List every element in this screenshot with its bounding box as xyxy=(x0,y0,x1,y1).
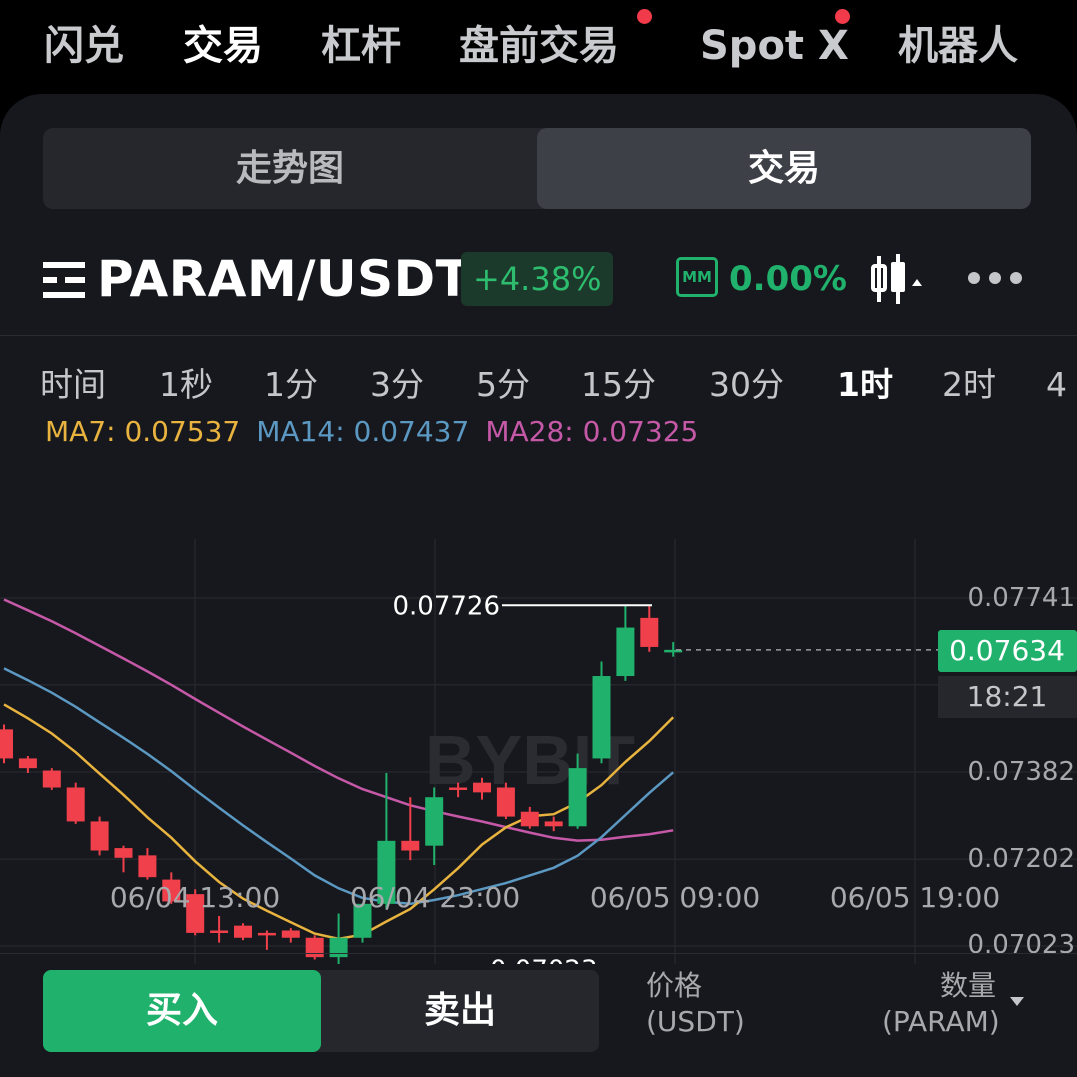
candle xyxy=(592,661,611,764)
interval-4h[interactable]: 4 xyxy=(1046,362,1077,408)
candle-body xyxy=(66,787,85,822)
candle-body xyxy=(568,768,587,827)
symbol-header: PARAM/USDT +4.38% MM 0.00% xyxy=(0,244,1077,324)
price-unit: (USDT) xyxy=(646,1005,745,1038)
mm-badge-icon[interactable]: MM xyxy=(676,257,718,297)
candle-body xyxy=(305,937,324,958)
candle-body xyxy=(401,840,420,851)
time-axis-label: 06/04 13:00 xyxy=(109,881,281,914)
candle-body xyxy=(425,797,444,846)
tab-bots[interactable]: 机器人 xyxy=(898,18,1018,74)
tab-pre-market[interactable]: 盘前交易 xyxy=(459,18,619,74)
candle xyxy=(138,848,157,880)
trade-panel: 走势图 交易 PARAM/USDT +4.38% MM 0.00% 时间 1秒 xyxy=(0,94,1077,1077)
time-axis-label: 06/05 09:00 xyxy=(589,881,761,914)
interval-1m[interactable]: 1分 xyxy=(264,362,318,408)
candle-body xyxy=(496,787,515,817)
candle-body xyxy=(210,930,229,933)
time-axis-label: 06/04 23:00 xyxy=(349,881,521,914)
candle xyxy=(210,915,229,943)
candle xyxy=(616,605,635,681)
candle-body xyxy=(0,729,13,759)
candle-body xyxy=(234,925,252,938)
more-options-icon[interactable] xyxy=(966,268,1024,288)
candle-body xyxy=(281,930,300,938)
candle-body xyxy=(18,758,37,769)
mm-rate: 0.00% xyxy=(729,259,847,299)
candle xyxy=(640,605,659,652)
interval-1h[interactable]: 1时 xyxy=(837,362,893,408)
chevron-down-icon[interactable] xyxy=(1010,997,1024,1006)
buy-sell-switch: 买入 卖出 xyxy=(43,970,599,1052)
candle-body xyxy=(257,932,276,936)
view-switch: 走势图 交易 xyxy=(43,128,1031,209)
candle-body xyxy=(640,617,659,647)
tab-spot-x[interactable]: Spot X xyxy=(700,18,849,74)
candle xyxy=(42,768,61,790)
candle-body xyxy=(520,811,539,827)
candle-body xyxy=(616,627,635,677)
high-marker-label: 0.07726 xyxy=(392,591,500,621)
top-nav: 闪兑 交易 杠杆 盘前交易 Spot X 机器人 xyxy=(0,0,1077,94)
new-dot-badge xyxy=(835,9,850,24)
sell-button[interactable]: 卖出 xyxy=(321,970,599,1052)
low-marker-label: 0.07023 xyxy=(490,955,598,964)
candle-body xyxy=(473,782,491,793)
interval-5m[interactable]: 5分 xyxy=(476,362,530,408)
candle xyxy=(329,913,348,964)
tab-flash-swap[interactable]: 闪兑 xyxy=(44,18,124,74)
candle xyxy=(0,724,13,764)
divider xyxy=(0,335,1077,336)
divider xyxy=(0,953,1077,954)
price-change-badge: +4.38% xyxy=(461,252,614,306)
countdown-label: 18:21 xyxy=(967,680,1048,713)
interval-15m[interactable]: 15分 xyxy=(581,362,656,408)
candle xyxy=(305,935,324,960)
candle xyxy=(281,928,300,943)
interval-time[interactable]: 时间 xyxy=(40,362,106,408)
candle-body xyxy=(544,821,563,827)
quantity-unit: (PARAM) xyxy=(882,1005,1000,1038)
trading-pair[interactable]: PARAM/USDT xyxy=(97,244,470,314)
menu-icon[interactable] xyxy=(43,260,85,300)
chart-view-button[interactable]: 走势图 xyxy=(43,128,537,209)
price-axis-label: 0.07202 xyxy=(967,844,1075,874)
price-axis-label: 0.07023 xyxy=(967,930,1075,960)
buy-button[interactable]: 买入 xyxy=(43,970,321,1052)
candle-body xyxy=(90,821,109,851)
candle xyxy=(544,816,563,832)
price-header: 价格 xyxy=(646,969,703,1002)
candle-body xyxy=(592,676,611,759)
candle xyxy=(18,756,37,773)
interval-selector: 时间 1秒 1分 3分 5分 15分 30分 1时 2时 4 xyxy=(0,362,1077,412)
candle xyxy=(234,923,252,941)
candle-body xyxy=(114,848,133,858)
interval-30m[interactable]: 30分 xyxy=(709,362,784,408)
candle xyxy=(520,806,539,829)
interval-1s[interactable]: 1秒 xyxy=(159,362,213,408)
trade-view-button[interactable]: 交易 xyxy=(537,128,1031,209)
price-axis-label: 0.07741 xyxy=(967,583,1075,613)
time-axis-label: 06/05 19:00 xyxy=(829,881,1001,914)
candlestick-chart-icon[interactable] xyxy=(870,252,924,306)
candle-body xyxy=(138,855,157,878)
quantity-header[interactable]: 数量 xyxy=(940,968,996,1004)
candle xyxy=(66,782,85,824)
new-dot-badge xyxy=(637,9,652,24)
current-price-label: 0.07634 xyxy=(949,634,1065,667)
price-axis-label: 0.07382 xyxy=(967,757,1075,787)
interval-3m[interactable]: 3分 xyxy=(370,362,424,408)
candle-body xyxy=(329,937,348,958)
candle-body xyxy=(449,787,468,791)
candle xyxy=(90,816,109,856)
candle xyxy=(257,930,276,950)
candle-body xyxy=(42,770,61,788)
interval-2h[interactable]: 2时 xyxy=(942,362,996,408)
tab-margin[interactable]: 杠杆 xyxy=(321,18,401,74)
candle xyxy=(496,782,515,820)
candle xyxy=(425,787,444,866)
tab-trade[interactable]: 交易 xyxy=(183,18,263,74)
